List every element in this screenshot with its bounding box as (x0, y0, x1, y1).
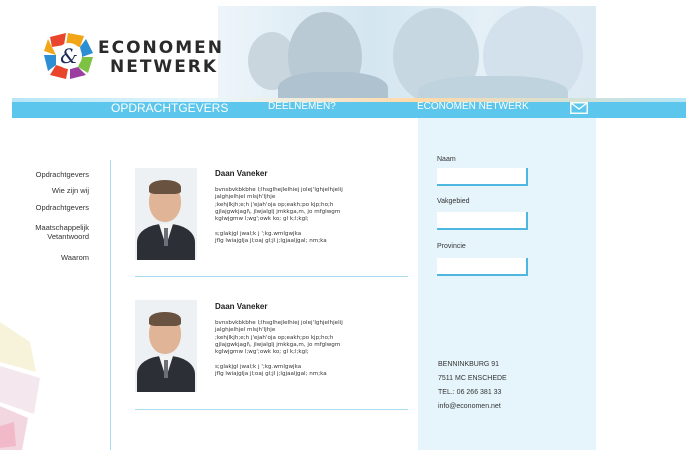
site-header: & ECONOMEN NETWERK (0, 0, 686, 98)
card-divider (135, 276, 408, 277)
address-phone: TEL.: 06 266 381 33 (438, 389, 502, 396)
sidebar-item-waarom[interactable]: Waarom (61, 253, 89, 262)
profile-photo (135, 168, 197, 260)
profile-photo (135, 300, 197, 392)
profile-bio: bvnsbvkbkbhe l;lhsglhejlelhiej jolejʼlgh… (215, 187, 343, 245)
nav-opdrachtgevers[interactable]: OPDRACHTGEVERS (111, 101, 228, 115)
sidebar-item-opdrachtgevers-2[interactable]: Opdrachtgevers (36, 203, 89, 212)
envelope-icon[interactable] (570, 102, 588, 114)
field-label-naam: Naam (437, 156, 456, 163)
field-label-vakgebied: Vakgebied (437, 198, 470, 205)
sidebar-item-wie-zijn-wij[interactable]: Wie zijn wij (52, 186, 89, 195)
logo-ampersand: & (60, 44, 78, 68)
profile-bio: bvnsbvkbkbhe l;lhsglhejlelhiej jolejʼlgh… (215, 320, 343, 378)
vakgebied-input[interactable] (437, 212, 528, 230)
nav-economen-netwerk[interactable]: ECONOMEN NETWERK (417, 101, 529, 112)
address-city: 7511 MC ENSCHEDE (438, 375, 507, 382)
sidebar-item-maatschappelijk[interactable]: Maatschappelijk Vetantwoord (35, 223, 89, 241)
address-street: BENNINKBURG 91 (438, 361, 500, 368)
profile-name: Daan Vaneker (215, 169, 268, 178)
card-divider (135, 409, 408, 410)
profile-name: Daan Vaneker (215, 302, 268, 311)
field-label-provincie: Provincie (437, 243, 466, 250)
main-nav-bar: OPDRACHTGEVERS DEELNEMEN? ECONOMEN NETWE… (12, 98, 686, 118)
naam-input[interactable] (437, 168, 528, 186)
menu-divider (110, 160, 111, 450)
provincie-input[interactable] (437, 258, 528, 276)
hero-photo-banner (218, 6, 596, 98)
brand-name-line1: ECONOMEN (98, 38, 224, 58)
search-panel: Naam Vakgebied Provincie BENNINKBURG 91 … (418, 118, 596, 450)
address-email-link[interactable]: info@economen.net (438, 403, 501, 410)
nav-deelnemen[interactable]: DEELNEMEN? (268, 101, 336, 112)
sidebar-item-opdrachtgevers[interactable]: Opdrachtgevers (36, 170, 89, 179)
decorative-stripes (0, 322, 40, 450)
brand-name-line2: NETWERK (110, 57, 219, 77)
contact-address: BENNINKBURG 91 7511 MC ENSCHEDE TEL.: 06… (438, 358, 507, 414)
economen-logo[interactable]: & (44, 33, 94, 79)
